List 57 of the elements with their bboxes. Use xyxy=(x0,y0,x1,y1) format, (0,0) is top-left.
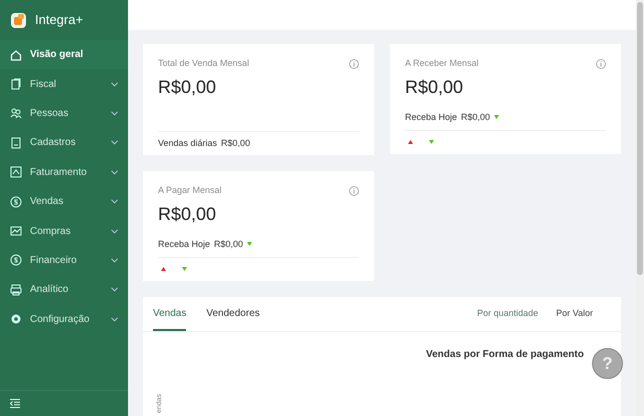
scrollbar[interactable] xyxy=(636,0,644,416)
footer-value: R$0,00 xyxy=(214,238,244,250)
sidebar-item[interactable]: Pessoas xyxy=(0,98,128,128)
dollar-icon xyxy=(10,196,22,208)
footer-value: R$0,00 xyxy=(461,110,490,124)
chevron-down-icon xyxy=(111,170,118,175)
chevron-down-icon xyxy=(111,287,118,292)
chart-title: Vendas por Forma de pagamento xyxy=(426,348,584,362)
footer-label: Receba Hoje xyxy=(405,110,458,124)
card-value: R$0,00 xyxy=(158,76,218,98)
chevron-down-icon xyxy=(111,228,118,234)
dollar-icon xyxy=(10,254,22,266)
down-triangle-icon xyxy=(247,242,252,246)
info-icon[interactable] xyxy=(596,58,606,69)
chevron-down-icon xyxy=(111,258,118,263)
sidebar-item[interactable]: Compras xyxy=(0,216,128,246)
up-triangle-icon xyxy=(408,140,413,144)
document-icon xyxy=(10,78,22,90)
menu-fold-icon[interactable] xyxy=(10,399,20,408)
line-chart-icon xyxy=(10,225,22,238)
up-triangle-icon xyxy=(161,267,166,271)
footer-label: Receba Hoje xyxy=(158,238,210,251)
sidebar-item[interactable]: Analítico xyxy=(0,275,128,305)
sidebar-item[interactable]: Fiscal xyxy=(0,69,128,99)
home-icon xyxy=(10,48,22,61)
info-icon[interactable] xyxy=(349,58,359,69)
sidebar-item[interactable]: Visão geral xyxy=(0,40,128,70)
card-value: R$0,00 xyxy=(405,76,464,98)
chevron-down-icon xyxy=(111,82,118,87)
footer-value: R$0,00 xyxy=(221,136,250,150)
chevron-down-icon xyxy=(111,316,118,322)
printer-icon xyxy=(10,284,22,296)
card-title: Total de Venda Mensal xyxy=(158,57,250,70)
chevron-down-icon xyxy=(111,110,118,116)
card-title: A Receber Mensal xyxy=(405,57,479,70)
sidebar-item[interactable]: Vendas xyxy=(0,186,128,216)
info-icon[interactable] xyxy=(349,186,359,196)
down-triangle-icon xyxy=(494,115,500,120)
people-icon xyxy=(10,107,22,120)
sidebar-item[interactable]: Faturamento xyxy=(0,158,128,187)
chevron-down-icon xyxy=(111,199,118,204)
tab[interactable]: Vendas xyxy=(153,297,186,331)
clipboard-icon xyxy=(10,136,22,149)
card-value: R$0,00 xyxy=(158,202,218,226)
sidebar-item[interactable]: Cadastros xyxy=(0,128,128,158)
sidebar-item[interactable]: Financeiro xyxy=(0,246,128,276)
logo-icon xyxy=(10,12,27,28)
chevron-down-icon xyxy=(111,140,118,146)
card-title: A Pagar Mensal xyxy=(158,184,222,197)
mode-toggle[interactable]: Por Valor xyxy=(556,307,593,321)
down-triangle-icon xyxy=(429,140,434,144)
sidebar-item[interactable]: Configuração xyxy=(0,304,128,334)
brand-name: Integra+ xyxy=(35,11,84,30)
down-triangle-icon xyxy=(182,267,187,271)
footer-label: Vendas diárias xyxy=(158,136,218,150)
mode-toggle[interactable]: Por quantidade xyxy=(477,307,538,321)
tab[interactable]: Vendedores xyxy=(206,297,260,331)
